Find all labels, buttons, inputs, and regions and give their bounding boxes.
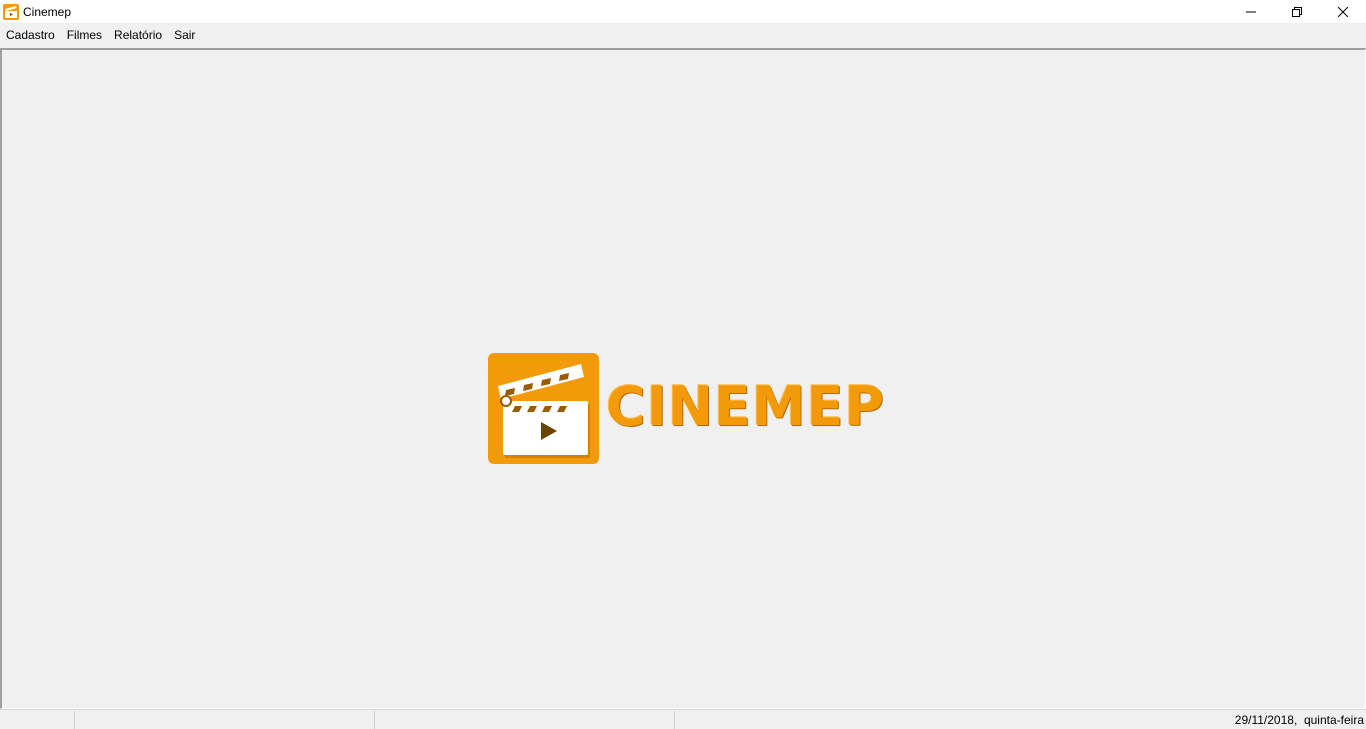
menu-relatorio[interactable]: Relatório bbox=[108, 23, 168, 48]
status-panel-date: 29/11/2018, quinta-feira bbox=[675, 711, 1366, 729]
close-button[interactable] bbox=[1320, 0, 1366, 23]
restore-button[interactable] bbox=[1274, 0, 1320, 23]
status-panel-3 bbox=[375, 711, 675, 729]
restore-icon bbox=[1292, 6, 1302, 17]
menu-filmes[interactable]: Filmes bbox=[61, 23, 108, 48]
close-icon bbox=[1338, 6, 1348, 17]
window-controls bbox=[1228, 0, 1366, 23]
minimize-button[interactable] bbox=[1228, 0, 1274, 23]
status-bar: 29/11/2018, quinta-feira bbox=[0, 709, 1366, 729]
menu-bar: Cadastro Filmes Relatório Sair bbox=[0, 23, 1366, 48]
window-title: Cinemep bbox=[23, 4, 72, 19]
cinemep-logo: CINEMEP bbox=[488, 353, 888, 465]
menu-cadastro[interactable]: Cadastro bbox=[0, 23, 61, 48]
clapperboard-play-icon bbox=[488, 353, 599, 464]
main-window: Cinemep Cadastro Filmes Relatório Sair C… bbox=[0, 0, 1366, 729]
status-date: 29/11/2018, quinta-feira bbox=[1234, 713, 1364, 727]
title-bar[interactable]: Cinemep bbox=[0, 0, 1366, 23]
menu-sair[interactable]: Sair bbox=[168, 23, 201, 48]
logo-text: CINEMEP bbox=[606, 375, 886, 438]
minimize-icon bbox=[1246, 11, 1256, 12]
status-panel-2 bbox=[75, 711, 375, 729]
clapperboard-icon bbox=[3, 3, 19, 20]
status-panel-1 bbox=[0, 711, 75, 729]
